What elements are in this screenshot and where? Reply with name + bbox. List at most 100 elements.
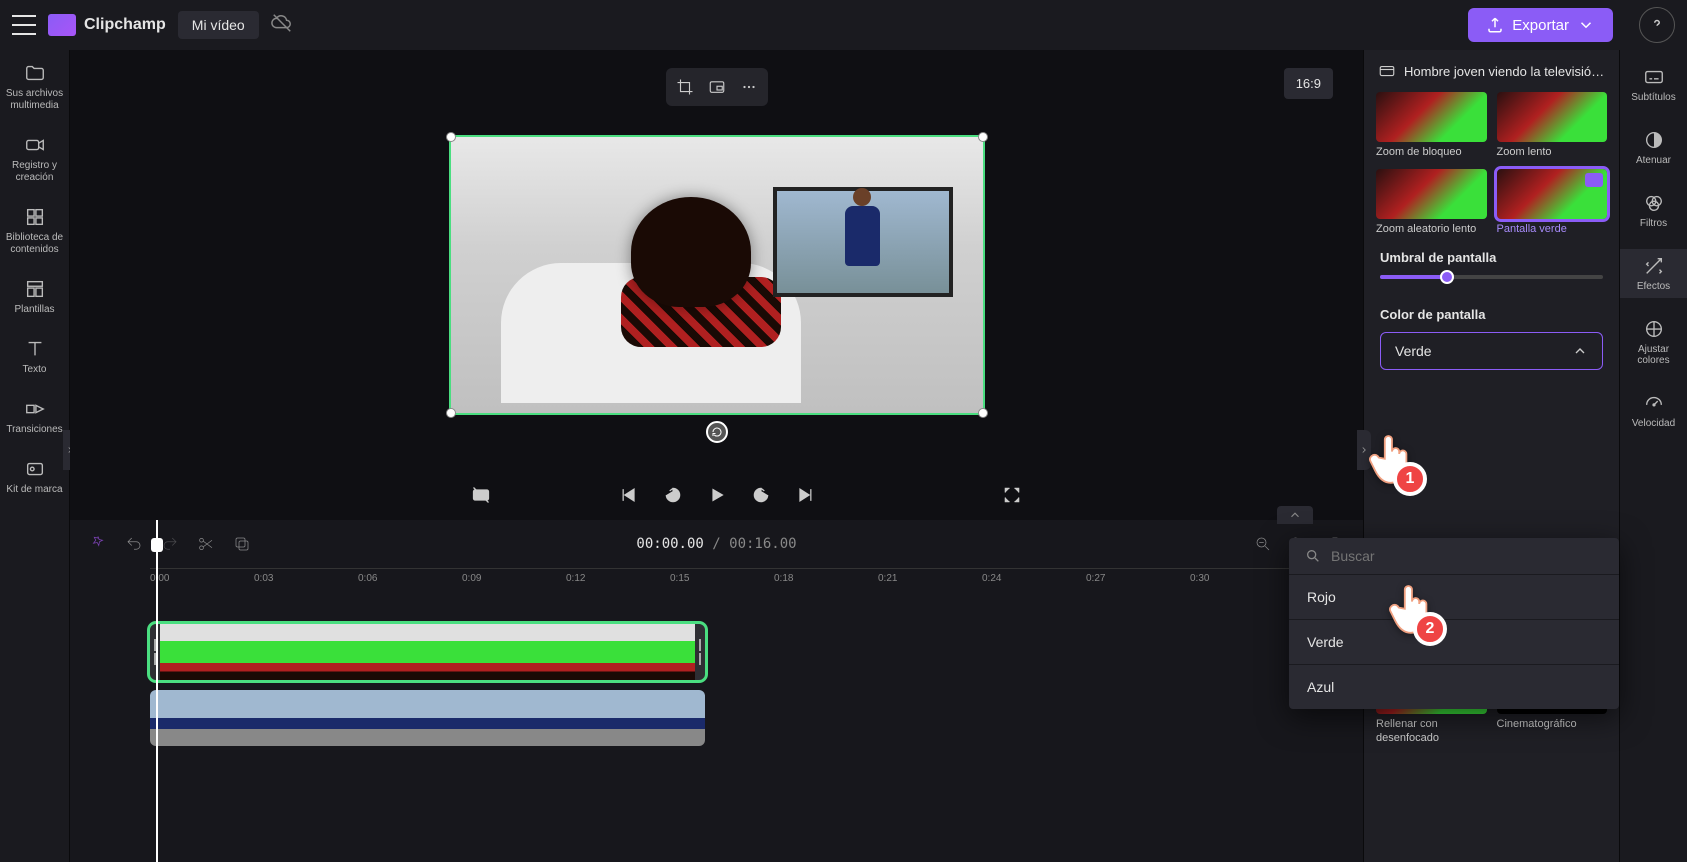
slider-thumb[interactable] (1440, 270, 1454, 284)
play-icon[interactable] (706, 484, 728, 506)
timeline-clip-basketball[interactable] (150, 690, 705, 746)
current-time: 00:00.00 (636, 536, 703, 552)
fx-label: Rellenar con desenfocado (1376, 718, 1487, 744)
rail-item-effects[interactable]: Efectos (1620, 249, 1687, 298)
threshold-slider[interactable] (1380, 275, 1603, 279)
hide-overlay-icon[interactable] (470, 484, 492, 506)
rail-item-label: Efectos (1637, 281, 1670, 292)
sidebar-item-label: Texto (23, 364, 47, 376)
resize-handle[interactable] (446, 132, 456, 142)
export-button[interactable]: Exportar (1468, 8, 1613, 42)
dropdown-value: Verde (1395, 343, 1432, 359)
resize-handle[interactable] (978, 132, 988, 142)
color-search-input[interactable] (1331, 548, 1603, 564)
timeline-collapse-icon[interactable] (1277, 506, 1313, 524)
right-rail: Subtítulos Atenuar Filtros Efectos Ajust… (1619, 50, 1687, 862)
next-clip-icon[interactable] (794, 484, 816, 506)
more-icon[interactable] (736, 74, 762, 100)
sidebar-item-label: Registro y creación (3, 160, 67, 184)
undo-icon[interactable] (124, 534, 144, 554)
rail-item-label: Ajustar colores (1622, 344, 1685, 366)
help-button[interactable] (1639, 7, 1675, 43)
rail-item-fade[interactable]: Atenuar (1620, 123, 1687, 172)
clip-handle-right[interactable] (695, 624, 705, 680)
magic-icon[interactable] (88, 534, 108, 554)
color-option-green[interactable]: Verde (1289, 619, 1619, 664)
annotation-number: 1 (1393, 462, 1427, 496)
annotation-cursor-1: 1 (1367, 430, 1417, 490)
fx-label: Zoom lento (1497, 146, 1608, 159)
ruler-tick: 0:15 (670, 573, 689, 584)
ruler-tick: 0:12 (566, 573, 585, 584)
sync-off-icon[interactable] (271, 12, 293, 39)
sidebar-item-label: Sus archivos multimedia (3, 88, 67, 112)
export-label: Exportar (1512, 17, 1569, 34)
prev-clip-icon[interactable] (618, 484, 640, 506)
left-sidebar: Sus archivos multimedia Registro y creac… (0, 50, 70, 862)
rail-item-speed[interactable]: Velocidad (1620, 386, 1687, 435)
ruler-tick: 0:30 (1190, 573, 1209, 584)
sidebar-item-label: Transiciones (6, 424, 62, 436)
rail-item-filters[interactable]: Filtros (1620, 186, 1687, 235)
sidebar-item-text[interactable]: Texto (3, 332, 67, 382)
hamburger-menu-icon[interactable] (12, 15, 36, 35)
forward-5-icon[interactable]: 5 (750, 484, 772, 506)
rail-item-label: Atenuar (1636, 155, 1671, 166)
sidebar-item-library[interactable]: Biblioteca de contenidos (3, 200, 67, 262)
preview-area: 16:9 (70, 50, 1363, 470)
split-icon[interactable] (196, 534, 216, 554)
screen-color-dropdown[interactable]: Verde (1380, 332, 1603, 370)
fullscreen-icon[interactable] (1001, 484, 1023, 506)
copy-icon[interactable] (232, 534, 252, 554)
fx-label: Zoom aleatorio lento (1376, 223, 1487, 236)
crop-icon[interactable] (672, 74, 698, 100)
ruler-tick: 0:00 (150, 573, 169, 584)
sidebar-item-media[interactable]: Sus archivos multimedia (3, 56, 67, 118)
redo-icon[interactable] (160, 534, 180, 554)
fx-card-random-slow-zoom[interactable]: Zoom aleatorio lento (1376, 169, 1487, 236)
sidebar-item-label: Biblioteca de contenidos (3, 232, 67, 256)
clipchamp-logo-icon (48, 14, 76, 36)
preview-canvas[interactable] (449, 135, 985, 415)
pip-icon[interactable] (704, 74, 730, 100)
threshold-label: Umbral de pantalla (1380, 250, 1603, 265)
ruler-tick: 0:09 (462, 573, 481, 584)
sidebar-item-label: Plantillas (14, 304, 54, 316)
fx-thumb (1497, 169, 1608, 219)
playhead[interactable] (156, 520, 158, 862)
timeline: 00:00.00 / 00:16.00 0:000:030:060:090:12… (70, 520, 1363, 862)
rail-item-color-adjust[interactable]: Ajustar colores (1620, 312, 1687, 372)
fx-card-green-screen[interactable]: Pantalla verde (1497, 169, 1608, 236)
rail-item-label: Velocidad (1632, 418, 1675, 429)
annotation-number: 2 (1413, 612, 1447, 646)
timecode: 00:00.00 / 00:16.00 (636, 536, 796, 552)
fx-card-zoom-lock[interactable]: Zoom de bloqueo (1376, 92, 1487, 159)
fx-thumb (1376, 92, 1487, 142)
sidebar-item-record[interactable]: Registro y creación (3, 128, 67, 190)
zoom-out-icon[interactable] (1253, 534, 1273, 554)
sidebar-item-templates[interactable]: Plantillas (3, 272, 67, 322)
playback-controls: 5 5 (70, 470, 1363, 520)
color-option-blue[interactable]: Azul (1289, 664, 1619, 709)
total-time: 00:16.00 (729, 536, 796, 552)
rail-item-subtitles[interactable]: Subtítulos (1620, 60, 1687, 109)
project-name-input[interactable]: Mi vídeo (178, 11, 259, 39)
svg-text:5: 5 (758, 493, 762, 500)
ruler-tick: 0:27 (1086, 573, 1105, 584)
preview-toolbar (666, 68, 768, 106)
sidebar-item-brand-kit[interactable]: Kit de marca (3, 452, 67, 502)
timeline-ruler[interactable]: 0:000:030:060:090:120:150:180:210:240:27… (150, 568, 1363, 594)
color-option-red[interactable]: Rojo (1289, 574, 1619, 619)
rail-item-label: Filtros (1640, 218, 1667, 229)
fx-card-slow-zoom[interactable]: Zoom lento (1497, 92, 1608, 159)
timeline-toolbar: 00:00.00 / 00:16.00 (70, 520, 1363, 568)
color-dropdown-panel: Rojo Verde Azul (1289, 538, 1619, 709)
aspect-ratio-button[interactable]: 16:9 (1284, 68, 1333, 99)
rotate-handle-icon[interactable] (706, 421, 728, 443)
resize-handle[interactable] (978, 408, 988, 418)
timeline-clip-green-screen[interactable] (150, 624, 705, 680)
resize-handle[interactable] (446, 408, 456, 418)
rewind-5-icon[interactable]: 5 (662, 484, 684, 506)
clip-handle-left[interactable] (150, 624, 160, 680)
sidebar-item-transitions[interactable]: Transiciones (3, 392, 67, 442)
